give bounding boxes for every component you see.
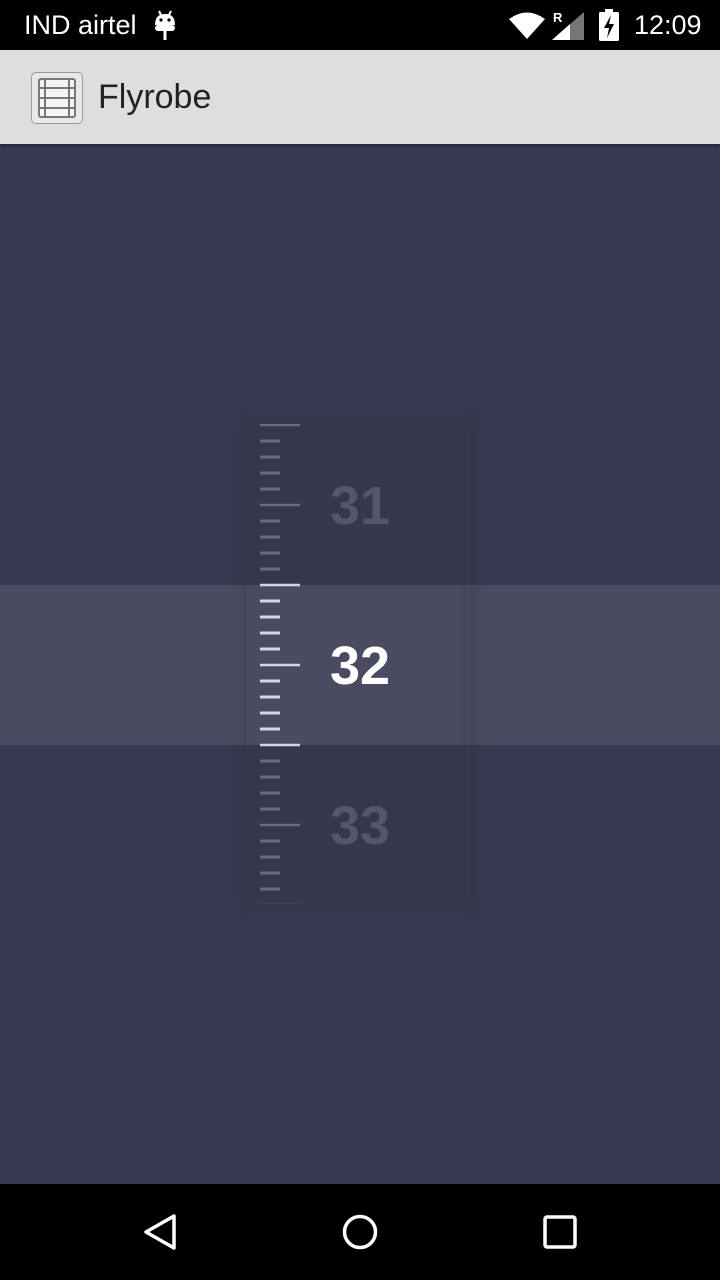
recents-icon[interactable] <box>540 1212 580 1252</box>
picker-value-previous[interactable]: 31 <box>300 475 420 537</box>
picker-value-next[interactable]: 33 <box>300 795 420 857</box>
back-icon[interactable] <box>140 1212 180 1252</box>
size-picker-screen: 31 32 33 <box>0 144 720 1184</box>
clock: 12:09 <box>634 10 702 40</box>
home-icon[interactable] <box>340 1212 380 1252</box>
action-bar: Flyrobe <box>0 50 720 144</box>
android-debug-icon <box>155 10 175 40</box>
wifi-icon <box>509 12 545 39</box>
film-strip-icon[interactable] <box>31 72 83 124</box>
app-title: Flyrobe <box>98 78 212 116</box>
battery-charging-icon <box>599 9 619 41</box>
roaming-indicator: R <box>553 10 563 25</box>
picker-value-selected[interactable]: 32 <box>300 635 420 697</box>
navigation-bar <box>0 1184 720 1280</box>
status-bar: IND airtel R 12:09 <box>0 0 720 50</box>
carrier-name: IND airtel <box>24 10 137 40</box>
app-logo-graphic <box>38 78 76 118</box>
